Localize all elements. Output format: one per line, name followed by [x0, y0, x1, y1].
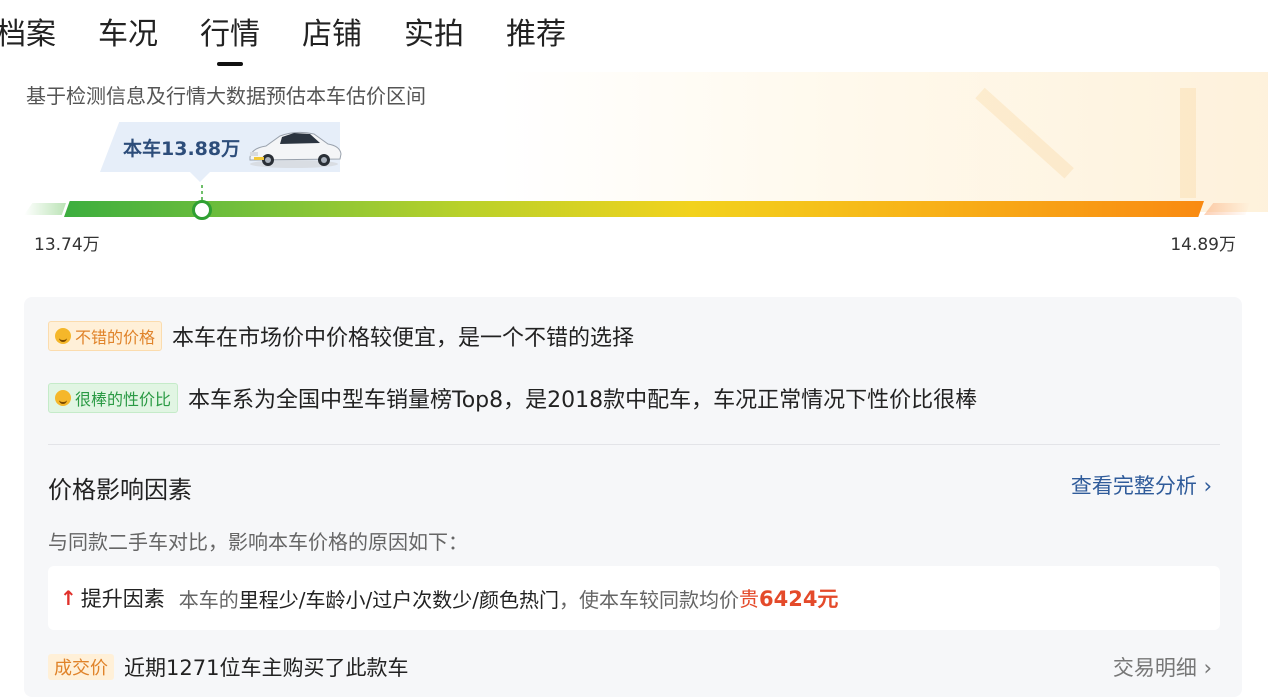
tab-label: 店铺 — [302, 17, 362, 52]
insight-text: 本车在市场价中价格较便宜，是一个不错的选择 — [172, 326, 635, 351]
tab-recommend[interactable]: 推荐 — [506, 14, 566, 56]
tab-store[interactable]: 店铺 — [302, 14, 362, 56]
tab-photos[interactable]: 实拍 — [404, 14, 464, 56]
factor-detail: 本车的里程少/车龄小/过户次数少/颜色热门，使本车较同款均价 — [179, 584, 739, 613]
good-price-badge: 不错的价格 — [48, 321, 163, 351]
insight-row: 不错的价格 本车在市场价中价格较便宜，是一个不错的选择 — [48, 320, 634, 352]
factor-label: 提升因素 — [80, 587, 165, 611]
factor-prefix: 本车的 — [178, 587, 239, 612]
link-label: 交易明细 — [1112, 656, 1197, 680]
tab-label: 车况 — [98, 17, 158, 52]
arrow-up-icon: ↑ — [60, 586, 77, 610]
section-tabs: 档案 车况 行情 店铺 实拍 推荐 — [0, 14, 608, 66]
great-value-badge: 很棒的性价比 — [48, 383, 179, 413]
bar-right-fade — [1204, 203, 1250, 215]
badge-label: 很棒的性价比 — [75, 390, 172, 409]
insight-text: 本车系为全国中型车销量榜Top8，是2018款中配车，车况正常情况下性价比很棒 — [188, 388, 978, 413]
full-analysis-link[interactable]: 查看完整分析 › — [1071, 470, 1212, 500]
tab-label: 实拍 — [404, 17, 464, 52]
analysis-panel — [24, 297, 1242, 697]
tab-label: 行情 — [200, 17, 260, 52]
range-max-label: 14.89万 — [1170, 235, 1236, 255]
price-gradient-bar — [64, 201, 1204, 217]
tab-archive[interactable]: 档案 — [0, 14, 56, 56]
smile-icon — [55, 328, 71, 344]
active-tab-indicator — [217, 62, 243, 66]
background-decoration — [1180, 88, 1196, 198]
factor-suffix: ，使本车较同款均价 — [558, 587, 739, 612]
background-decoration — [500, 72, 1268, 212]
grin-icon — [55, 390, 71, 406]
current-price-marker — [192, 200, 212, 220]
bar-left-fade — [24, 203, 66, 215]
factors-description: 与同款二手车对比，影响本车价格的原因如下： — [48, 530, 468, 554]
range-min-label: 13.74万 — [34, 235, 100, 255]
price-difference: 贵6424元 — [739, 583, 838, 613]
tooltip-arrow — [190, 172, 210, 182]
link-label: 查看完整分析 — [1070, 474, 1197, 498]
deal-price-badge: 成交价 — [48, 654, 114, 680]
transaction-details-link[interactable]: 交易明细 › — [1113, 652, 1212, 682]
chevron-right-icon: › — [1203, 656, 1212, 680]
deal-row: 成交价 近期1271位车主购买了此款车 — [48, 652, 408, 682]
divider — [48, 444, 1220, 445]
tab-label: 档案 — [0, 17, 56, 52]
valuation-subtitle: 基于检测信息及行情大数据预估本车估价区间 — [26, 84, 426, 108]
deal-text: 近期1271位车主购买了此款车 — [124, 656, 409, 680]
factor-items: 里程少/车龄小/过户次数少/颜色热门 — [238, 587, 559, 612]
price-word: 贵 — [738, 587, 759, 611]
tab-market[interactable]: 行情 — [200, 14, 260, 66]
current-price-label: 本车13.88万 — [123, 138, 241, 160]
raise-factor-card: ↑ 提升因素 本车的里程少/车龄小/过户次数少/颜色热门，使本车较同款均价 贵6… — [48, 566, 1220, 630]
chevron-right-icon: › — [1203, 474, 1212, 498]
car-thumbnail-icon — [249, 131, 342, 168]
tab-label: 推荐 — [506, 17, 566, 52]
factors-title: 价格影响因素 — [48, 476, 192, 504]
badge-label: 不错的价格 — [75, 328, 156, 347]
tab-condition[interactable]: 车况 — [98, 14, 158, 56]
price-amount: 6424元 — [758, 587, 839, 611]
insight-row: 很棒的性价比 本车系为全国中型车销量榜Top8，是2018款中配车，车况正常情况… — [48, 382, 977, 414]
